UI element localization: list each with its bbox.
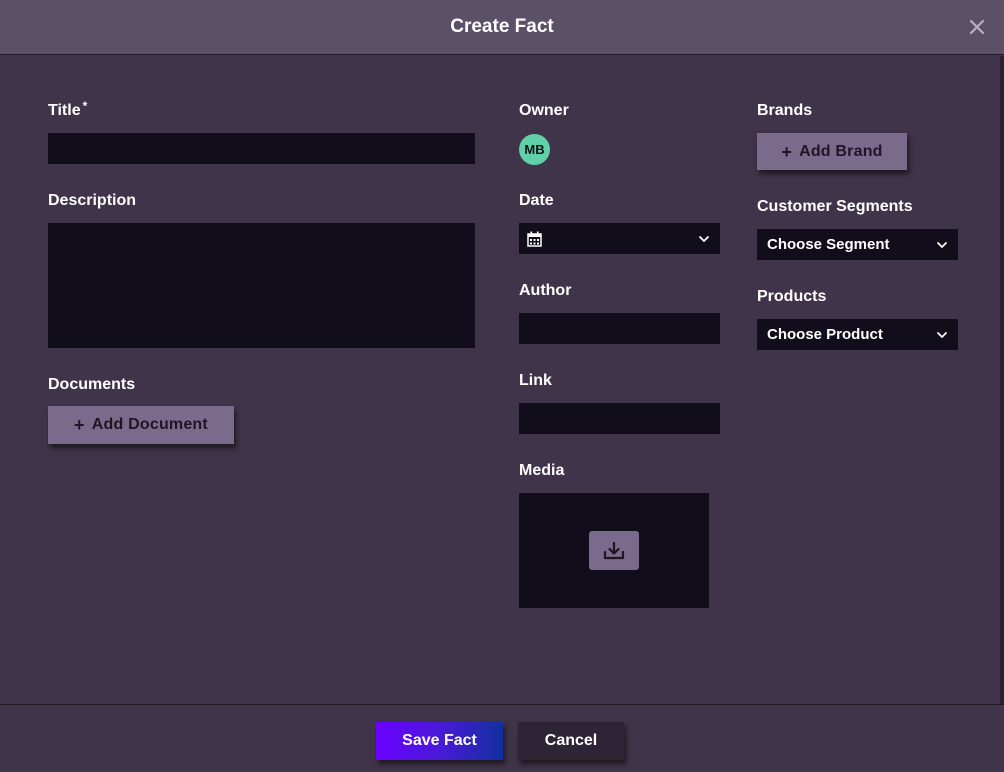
author-label: Author xyxy=(519,282,572,299)
modal-title: Create Fact xyxy=(450,16,554,37)
date-picker[interactable] xyxy=(519,223,720,254)
title-input[interactable] xyxy=(48,133,475,164)
link-label: Link xyxy=(519,372,552,389)
description-label: Description xyxy=(48,192,137,209)
chevron-down-icon xyxy=(937,241,947,248)
create-fact-modal: Create Fact Title * Description Documents… xyxy=(0,0,1004,772)
download-tray-icon xyxy=(603,541,625,559)
modal-header: Create Fact xyxy=(0,0,1004,55)
title-label: Title * xyxy=(48,99,88,119)
segment-select[interactable]: Choose Segment xyxy=(757,229,958,260)
owner-avatar[interactable]: MB xyxy=(519,134,550,165)
calendar-icon xyxy=(527,231,542,247)
plus-icon: + xyxy=(781,141,793,162)
cancel-button[interactable]: Cancel xyxy=(518,722,624,760)
plus-icon: + xyxy=(74,415,85,435)
required-mark: * xyxy=(82,99,88,113)
owner-initials: MB xyxy=(524,142,545,157)
add-document-label: Add Document xyxy=(91,416,208,433)
link-input[interactable] xyxy=(519,403,720,434)
close-icon[interactable] xyxy=(966,16,988,38)
customer-segments-label: Customer Segments xyxy=(757,198,913,215)
product-selected: Choose Product xyxy=(767,326,883,343)
add-brand-button[interactable]: + Add Brand xyxy=(757,133,907,170)
media-label: Media xyxy=(519,462,565,479)
brands-label: Brands xyxy=(757,102,813,119)
add-document-button[interactable]: + Add Document xyxy=(48,406,234,444)
media-upload-button[interactable] xyxy=(589,531,639,570)
add-brand-label: Add Brand xyxy=(799,142,883,160)
author-input[interactable] xyxy=(519,313,720,344)
segment-selected: Choose Segment xyxy=(767,236,890,253)
product-select[interactable]: Choose Product xyxy=(757,319,958,350)
scrollbar[interactable] xyxy=(1000,56,1004,704)
documents-label: Documents xyxy=(48,376,136,393)
description-textarea[interactable] xyxy=(48,223,475,348)
chevron-down-icon xyxy=(699,235,709,242)
chevron-down-icon xyxy=(937,331,947,338)
products-label: Products xyxy=(757,288,827,305)
date-label: Date xyxy=(519,192,554,209)
save-fact-button[interactable]: Save Fact xyxy=(376,722,503,760)
owner-label: Owner xyxy=(519,102,569,119)
